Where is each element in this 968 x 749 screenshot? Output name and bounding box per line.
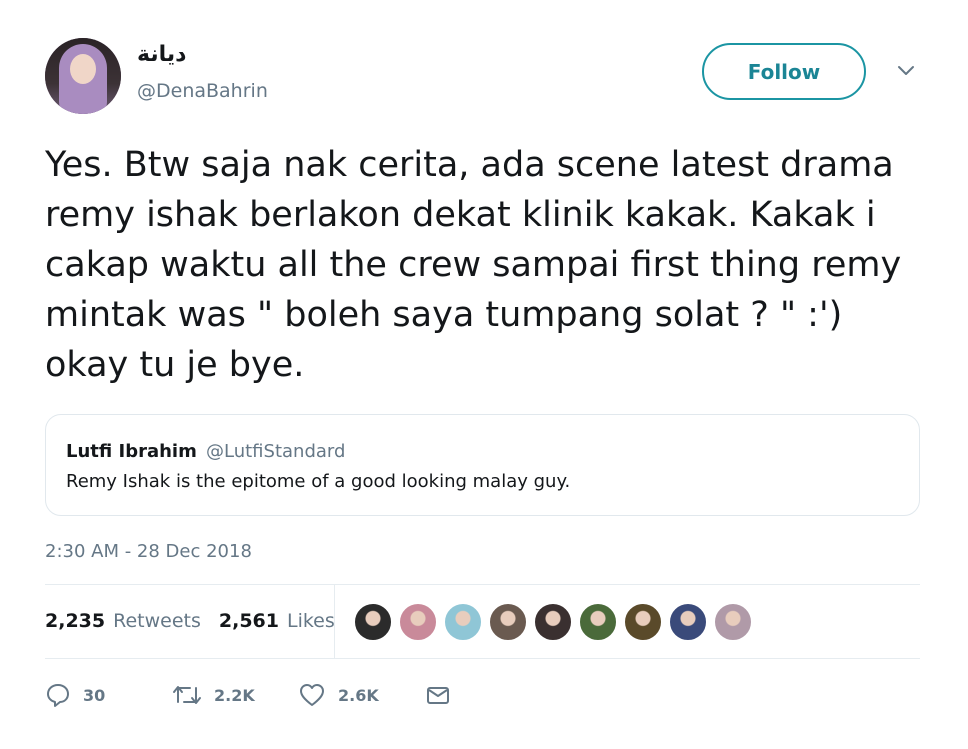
retweets-stat[interactable]: 2,235 Retweets — [45, 610, 201, 632]
liker-avatar[interactable] — [713, 602, 753, 642]
quoted-author-handle: @LutfiStandard — [206, 441, 346, 462]
author-handle[interactable]: @DenaBahrin — [137, 80, 268, 102]
like-button[interactable]: 2.6K — [298, 680, 379, 710]
like-count: 2.6K — [338, 685, 379, 705]
liker-avatar[interactable] — [668, 602, 708, 642]
liker-avatar[interactable] — [488, 602, 528, 642]
likes-label: Likes — [286, 610, 335, 632]
liker-avatar[interactable] — [353, 602, 393, 642]
quoted-tweet-text: Remy Ishak is the epitome of a good look… — [66, 471, 571, 492]
tweet-timestamp[interactable]: 2:30 AM - 28 Dec 2018 — [45, 541, 252, 562]
heart-icon — [300, 684, 324, 706]
message-button[interactable] — [425, 680, 463, 710]
liker-avatar[interactable] — [398, 602, 438, 642]
retweet-button[interactable]: 2.2K — [172, 680, 255, 710]
chevron-down-icon[interactable] — [897, 62, 915, 80]
tweet-text: Yes. Btw saja nak cerita, ada scene late… — [45, 145, 902, 385]
tweet-header: ديانة @DenaBahrin Follow — [45, 38, 920, 114]
reply-icon — [47, 684, 69, 707]
follow-button[interactable]: Follow — [702, 43, 866, 100]
liker-avatar[interactable] — [578, 602, 618, 642]
retweet-count: 2.2K — [214, 685, 255, 705]
liker-avatar[interactable] — [533, 602, 573, 642]
retweets-label: Retweets — [113, 610, 201, 632]
likes-count: 2,561 — [218, 610, 279, 632]
liker-avatar[interactable] — [623, 602, 663, 642]
divider — [45, 658, 920, 659]
likes-stat[interactable]: 2,561 Likes — [219, 610, 335, 632]
quoted-tweet[interactable]: Lutfi Ibrahim @LutfiStandard Remy Ishak … — [45, 414, 920, 516]
reply-button[interactable]: 30 — [45, 680, 105, 710]
engagement-stats: 2,235 Retweets 2,561 Likes — [45, 610, 335, 632]
quoted-author-name: Lutfi Ibrahim — [66, 441, 197, 462]
author-display-name[interactable]: ديانة — [137, 42, 186, 67]
author-avatar[interactable] — [45, 38, 121, 114]
retweets-count: 2,235 — [45, 610, 106, 632]
retweet-icon — [173, 686, 201, 704]
liker-avatar[interactable] — [443, 602, 483, 642]
divider — [45, 584, 920, 585]
vertical-divider — [334, 585, 335, 658]
reply-count: 30 — [83, 685, 106, 705]
envelope-icon — [427, 687, 449, 704]
